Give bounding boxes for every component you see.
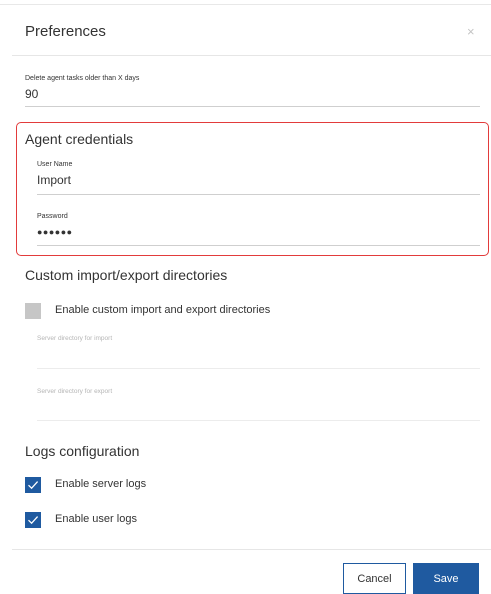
username-label: User Name [37,161,73,168]
preferences-dialog: Preferences × Delete agent tasks older t… [0,0,491,594]
cancel-button[interactable]: Cancel [343,563,406,594]
check-icon [28,516,39,525]
enable-custom-directories-checkbox[interactable] [25,303,41,319]
delete-tasks-label: Delete agent tasks older than X days [25,75,140,82]
credentials-title: Agent credentials [25,131,134,147]
enable-custom-directories-label: Enable custom import and export director… [55,304,271,316]
password-label: Password [37,213,68,220]
delete-tasks-input[interactable]: 90 [25,87,38,101]
check-icon [28,481,39,490]
username-underline [37,194,480,195]
delete-tasks-underline [25,106,480,107]
username-input[interactable]: Import [37,173,71,187]
user-logs-checkbox[interactable] [25,512,41,528]
import-directory-label: Server directory for import [37,335,113,342]
save-button[interactable]: Save [413,563,479,594]
header-divider [12,55,491,56]
password-underline [37,245,480,246]
password-input[interactable]: ●●●●●● [37,227,73,237]
footer-divider [12,549,491,550]
user-logs-label: Enable user logs [55,513,137,525]
server-logs-label: Enable server logs [55,478,147,490]
dialog-title: Preferences [25,23,106,40]
import-directory-input[interactable] [37,368,480,369]
export-directory-input[interactable] [37,420,480,421]
directories-title: Custom import/export directories [25,267,228,283]
top-divider [0,4,491,5]
close-icon[interactable]: × [467,25,475,38]
export-directory-label: Server directory for export [37,388,113,395]
logs-title: Logs configuration [25,443,140,459]
server-logs-checkbox[interactable] [25,477,41,493]
